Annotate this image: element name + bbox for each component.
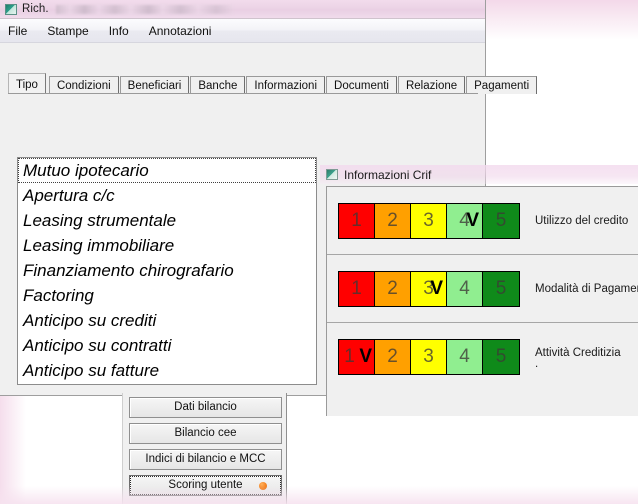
menu-item-info[interactable]: Info — [109, 22, 138, 40]
crif-rating-group-modalita-di-pagamento: 1 2 3 V 4 5 Modalità di Pagame — [327, 255, 638, 323]
list-item[interactable]: Anticipo su contratti — [18, 333, 316, 358]
rating-scale[interactable]: 1 2 3 4 V 5 — [338, 203, 520, 239]
tab-strip-underline — [8, 93, 478, 94]
rating-cell-value: 2 — [387, 278, 398, 299]
list-item[interactable]: Leasing strumentale — [18, 208, 316, 233]
tab-tipo[interactable]: Tipo — [8, 73, 46, 94]
tab-documenti[interactable]: Documenti — [326, 76, 397, 94]
rating-cell-2[interactable]: 2 — [375, 204, 411, 238]
tab-strip: Tipo Condizioni Beneficiari Banche Infor… — [8, 73, 538, 94]
rating-cell-5[interactable]: 5 — [483, 340, 519, 374]
rating-selection-marker: V — [430, 278, 443, 299]
rating-cell-1[interactable]: 1 V — [339, 340, 375, 374]
rating-scale-row: 1 2 3 4 V 5 Utilizzo del credito — [338, 203, 628, 239]
rating-scale[interactable]: 1 V 2 3 4 5 — [338, 339, 520, 375]
crif-window-title: Informazioni Crif — [344, 167, 432, 182]
rating-cell-4[interactable]: 4 — [447, 340, 483, 374]
rating-cell-value: 2 — [387, 346, 398, 367]
rating-cell-2[interactable]: 2 — [375, 340, 411, 374]
rating-cell-value: 1 — [344, 346, 355, 367]
window-titlebar: Rich. — [0, 0, 485, 19]
button-label: Bilancio cee — [174, 427, 237, 439]
rating-cell-value: 1 — [351, 278, 362, 299]
rating-cell-3[interactable]: 3 — [411, 204, 447, 238]
list-item[interactable]: Anticipo su fatture — [18, 358, 316, 383]
list-item[interactable]: Apertura c/c — [18, 183, 316, 208]
rating-selection-marker: V — [359, 346, 372, 367]
rating-cell-value: 5 — [495, 210, 507, 231]
bilancio-cee-button[interactable]: Bilancio cee — [129, 423, 282, 444]
crif-rating-group-attivita-creditizia: 1 V 2 3 4 5 Attività Creditizia . — [327, 323, 638, 391]
rating-cell-1[interactable]: 1 — [339, 204, 375, 238]
rating-cell-5[interactable]: 5 — [483, 204, 519, 238]
tab-condizioni[interactable]: Condizioni — [48, 76, 119, 94]
desktop-bottom-wash — [0, 486, 638, 504]
button-label: Indici di bilancio e MCC — [145, 453, 266, 465]
report-button-panel: Dati bilancio Bilancio cee Indici di bil… — [122, 393, 287, 504]
rating-cell-1[interactable]: 1 — [339, 272, 375, 306]
crif-window-body: 1 2 3 4 V 5 Utilizzo del credito 1 2 3 V… — [326, 186, 638, 416]
crif-window-icon — [326, 169, 338, 180]
rating-scale-row: 1 V 2 3 4 5 Attività Creditizia . — [338, 339, 621, 375]
tab-beneficiari[interactable]: Beneficiari — [119, 76, 190, 94]
menu-bar: File Stampe Info Annotazioni — [0, 19, 485, 43]
rating-cell-5[interactable]: 5 — [483, 272, 519, 306]
application-icon — [5, 3, 17, 15]
list-item[interactable]: Mutuo ipotecario — [18, 158, 316, 183]
rating-cell-value: 2 — [387, 210, 398, 231]
list-item[interactable]: Anticipo su crediti — [18, 308, 316, 333]
rating-group-label-text: Attività Creditizia — [535, 347, 621, 359]
rating-cell-value: 1 — [351, 210, 362, 231]
rating-scale[interactable]: 1 2 3 V 4 5 — [338, 271, 520, 307]
rating-cell-value: 5 — [495, 278, 507, 299]
button-label: Dati bilancio — [174, 401, 237, 413]
rating-group-label: Modalità di Pagamento — [535, 283, 638, 295]
menu-item-file[interactable]: File — [8, 22, 36, 40]
rating-group-label: Utilizzo del credito — [535, 215, 629, 227]
crif-info-window: Informazioni Crif 1 2 3 4 V 5 Utilizzo d… — [320, 165, 638, 417]
indici-di-bilancio-e-mcc-button[interactable]: Indici di bilancio e MCC — [129, 449, 282, 470]
rating-cell-4[interactable]: 4 — [447, 272, 483, 306]
credit-type-listbox[interactable]: Mutuo ipotecario Apertura c/c Leasing st… — [17, 157, 317, 385]
status-dot-icon — [259, 481, 267, 490]
dati-bilancio-button[interactable]: Dati bilancio — [129, 397, 282, 418]
rating-cell-4[interactable]: 4 V — [447, 204, 483, 238]
rating-cell-value: 4 — [459, 346, 470, 367]
menu-item-stampe[interactable]: Stampe — [47, 22, 97, 40]
window-title: Rich. — [22, 3, 49, 15]
rating-group-sub-text: . — [535, 358, 539, 370]
rating-cell-value: 3 — [423, 210, 434, 231]
screen-root: Rich. File Stampe Info Annotazioni Tipo … — [0, 0, 638, 504]
rating-cell-3[interactable]: 3 V — [411, 272, 447, 306]
rating-cell-value: 4 — [459, 278, 470, 299]
tab-pagamenti[interactable]: Pagamenti — [466, 76, 538, 94]
tab-relazione[interactable]: Relazione — [397, 76, 466, 94]
scoring-utente-button[interactable]: Scoring utente — [129, 475, 282, 496]
list-item[interactable]: Leasing immobiliare — [18, 233, 316, 258]
rating-group-label: Attività Creditizia . — [535, 346, 621, 370]
rating-scale-row: 1 2 3 V 4 5 Modalità di Pagame — [338, 271, 638, 307]
window-title-redacted-text — [55, 4, 234, 14]
list-item[interactable]: Finanziamento chirografario — [18, 258, 316, 283]
rating-cell-2[interactable]: 2 — [375, 272, 411, 306]
rating-cell-3[interactable]: 3 — [411, 340, 447, 374]
rating-cell-value: 3 — [423, 346, 434, 367]
crif-rating-group-utilizzo-del-credito: 1 2 3 4 V 5 Utilizzo del credito — [327, 187, 638, 255]
menu-item-annotazioni[interactable]: Annotazioni — [149, 22, 221, 40]
button-label: Scoring utente — [168, 479, 243, 491]
tab-informazioni[interactable]: Informazioni — [246, 76, 326, 94]
rating-cell-value: 5 — [495, 346, 507, 367]
tab-banche[interactable]: Banche — [190, 76, 246, 94]
crif-window-titlebar: Informazioni Crif — [320, 165, 638, 184]
rating-selection-marker: V — [466, 210, 479, 231]
list-item[interactable]: Factoring — [18, 283, 316, 308]
